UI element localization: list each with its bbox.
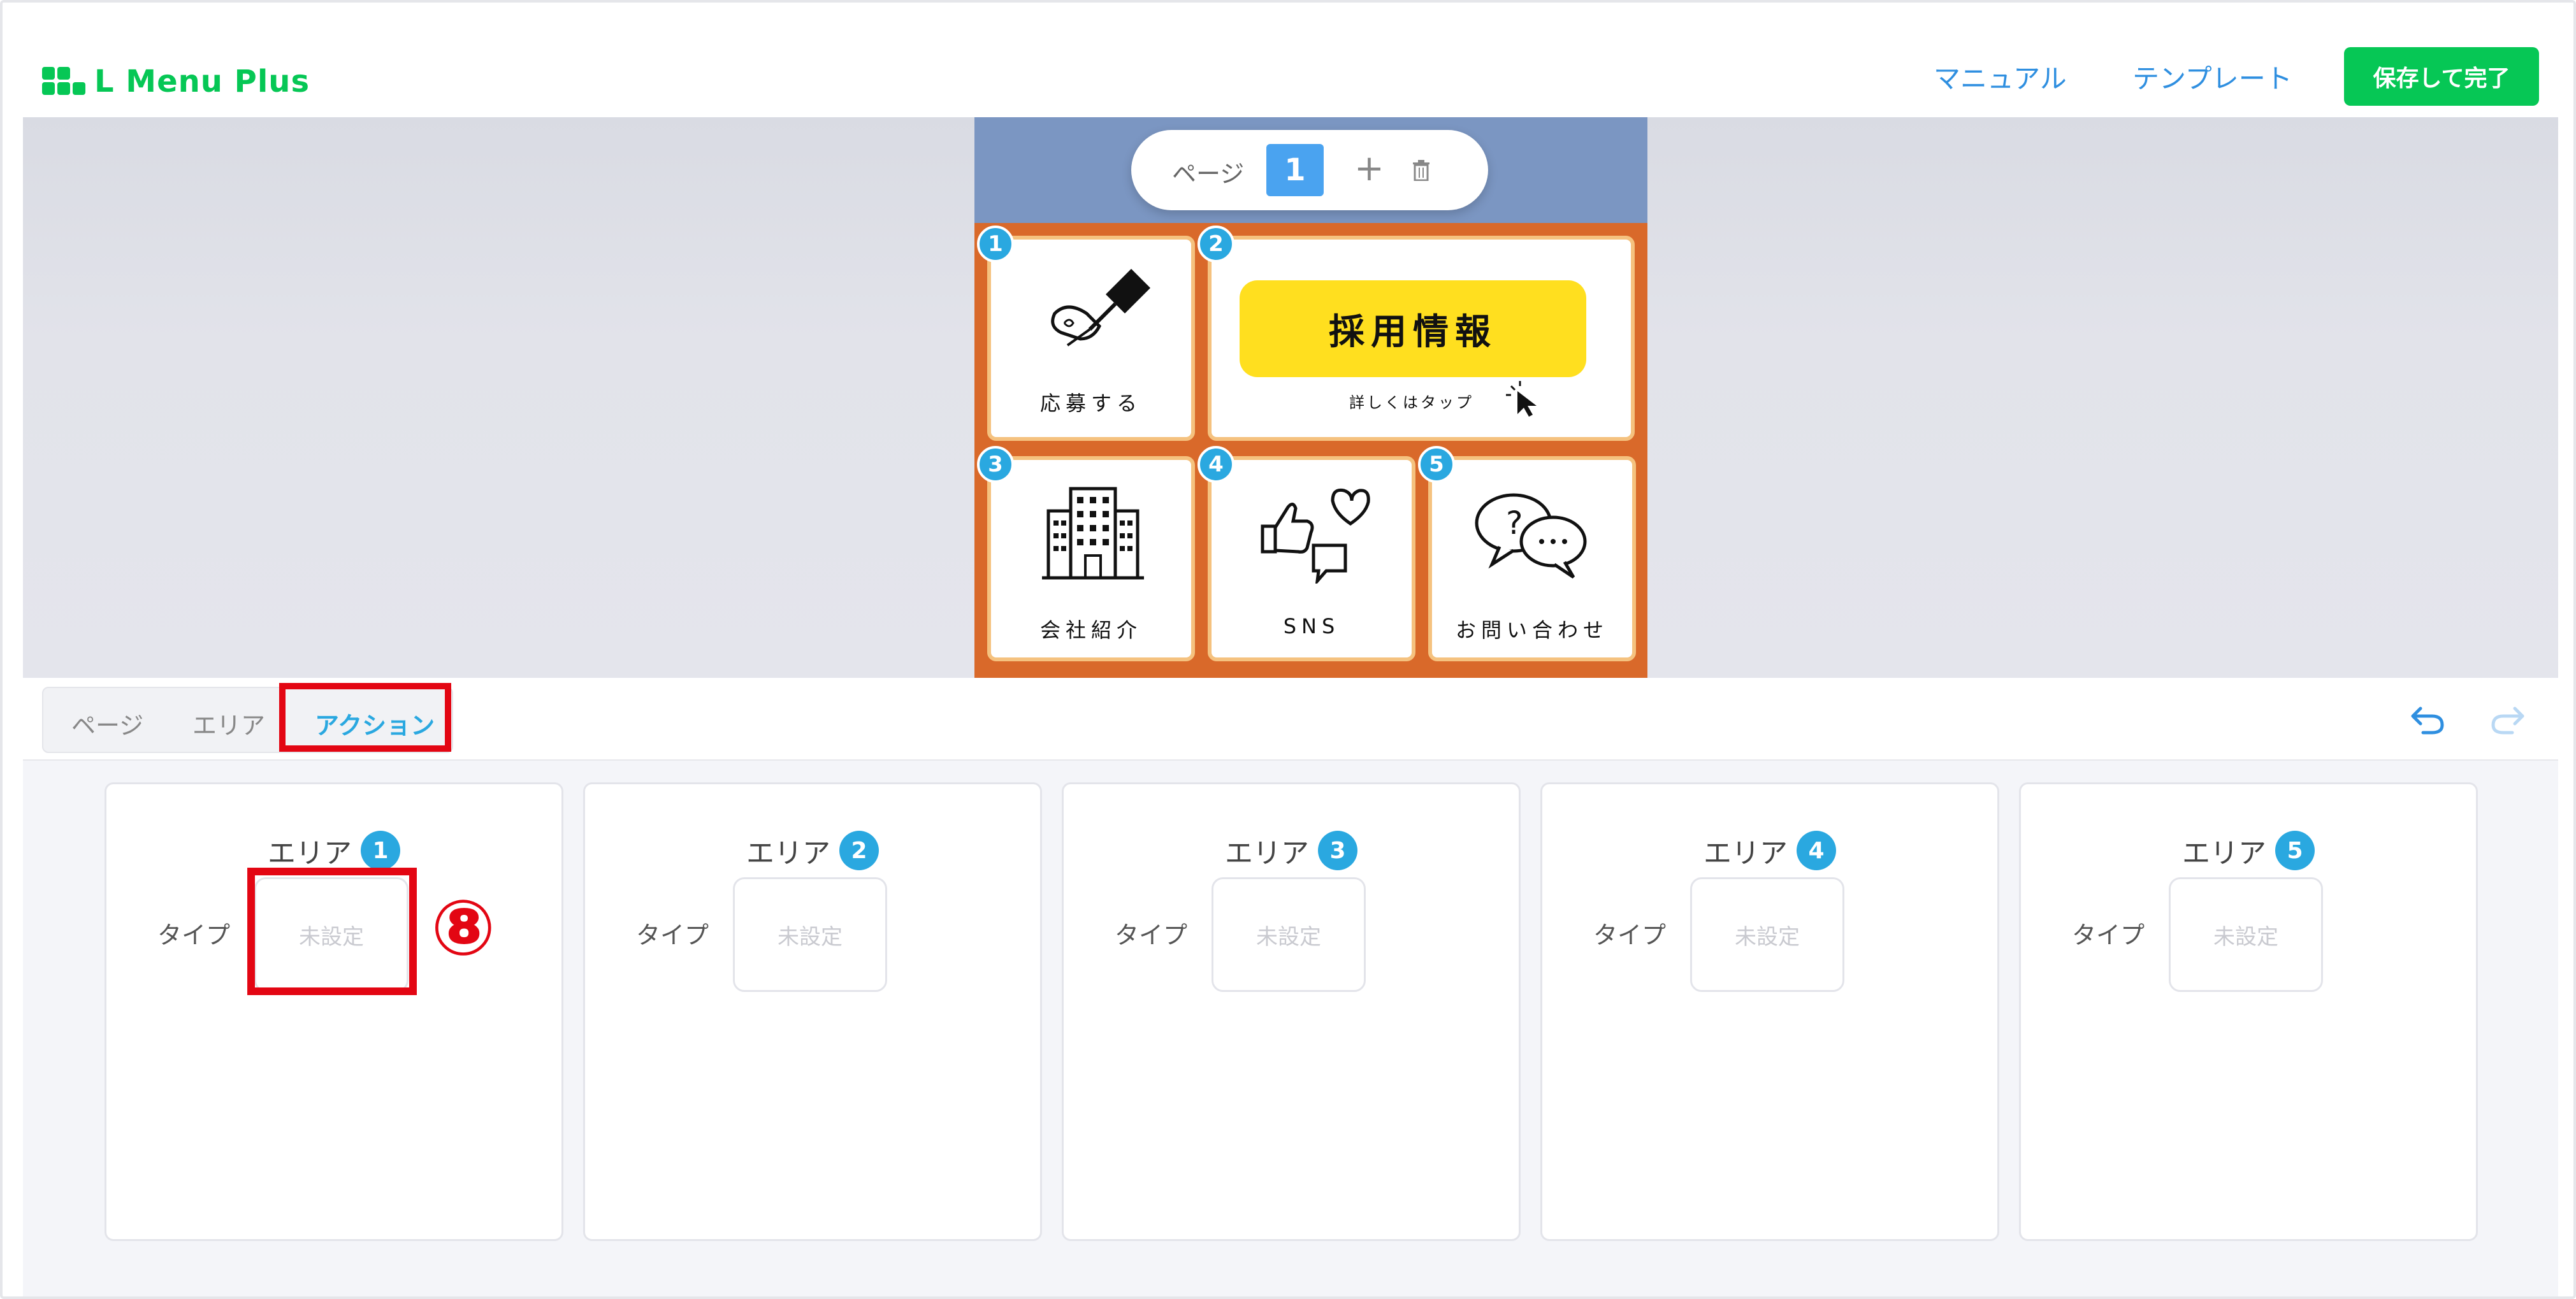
area-title-text: エリア xyxy=(746,837,830,870)
area-title-text: エリア xyxy=(1225,837,1309,870)
area-number-badge: 2 xyxy=(839,831,879,870)
rich-menu-preview: ページ 1 + 応募する 採用情報 詳しくはタップ 会社紹介 SNS ? お問い… xyxy=(974,117,1647,678)
area-number-badge: 4 xyxy=(1797,831,1836,870)
tile-number-badge: 3 xyxy=(977,446,1014,483)
cursor-click-icon xyxy=(1506,381,1537,417)
tab-area[interactable]: エリア xyxy=(192,706,265,741)
area-title-text: エリア xyxy=(2182,837,2266,870)
menu-tile-5[interactable]: ? お問い合わせ xyxy=(1428,456,1636,661)
type-label: タイプ xyxy=(1593,921,1667,949)
step-marker: ⑧ xyxy=(431,884,496,973)
area-number-badge: 1 xyxy=(361,831,400,870)
area-card-2: エリア 2 タイプ 未設定 xyxy=(583,782,1042,1241)
type-select-button[interactable]: 未設定 xyxy=(1690,877,1844,992)
menu-tile-1[interactable]: 応募する xyxy=(987,236,1195,441)
undo-icon[interactable] xyxy=(2410,703,2445,735)
area-title: エリア 4 xyxy=(1542,830,1997,871)
app-window: L Menu Plus マニュアル テンプレート 保存して完了 ページ 1 + xyxy=(0,0,2576,1299)
office-building-icon xyxy=(1042,487,1144,580)
trash-icon[interactable] xyxy=(1412,159,1431,181)
type-label: タイプ xyxy=(636,921,709,949)
area-card-5: エリア 5 タイプ 未設定 xyxy=(2019,782,2478,1241)
menu-tile-grid: 応募する 採用情報 詳しくはタップ 会社紹介 SNS ? お問い合わせ 1 2 … xyxy=(974,223,1647,678)
header: L Menu Plus マニュアル テンプレート 保存して完了 xyxy=(3,3,2573,117)
tile-number-badge: 2 xyxy=(1198,226,1234,262)
type-label: タイプ xyxy=(1115,921,1188,949)
page-control: ページ 1 + xyxy=(1131,130,1488,210)
action-panel: エリア 1 タイプ 未設定 エリア 2 タイプ 未設定 エリア 3 タイプ 未設… xyxy=(23,761,2558,1296)
pen-signing-icon xyxy=(1051,269,1150,347)
tap-for-details-text: 詳しくはタップ xyxy=(1349,394,1474,412)
type-select-button[interactable]: 未設定 xyxy=(2169,877,2323,992)
tab-page[interactable]: ページ xyxy=(71,706,143,741)
area-title: エリア 1 xyxy=(106,830,561,871)
area-number-badge: 5 xyxy=(2275,831,2315,870)
template-link[interactable]: テンプレート xyxy=(2132,57,2292,96)
speech-bubbles-question-icon: ? xyxy=(1475,493,1587,579)
type-select-highlight xyxy=(247,868,417,995)
type-label: タイプ xyxy=(157,921,231,949)
page-number-button[interactable]: 1 xyxy=(1266,144,1324,196)
area-card-4: エリア 4 タイプ 未設定 xyxy=(1540,782,1999,1241)
menu-tile-4[interactable]: SNS xyxy=(1208,456,1415,661)
logo: L Menu Plus xyxy=(42,64,310,99)
thumbs-up-heart-chat-icon xyxy=(1261,488,1370,584)
tile-1-label: 応募する xyxy=(1039,391,1142,415)
area-title-text: エリア xyxy=(268,837,352,870)
area-card-1: エリア 1 タイプ 未設定 xyxy=(105,782,563,1241)
area-title: エリア 2 xyxy=(585,830,1040,871)
save-and-finish-button[interactable]: 保存して完了 xyxy=(2344,47,2539,106)
tile-4-label: SNS xyxy=(1283,614,1340,638)
area-card-3: エリア 3 タイプ 未設定 xyxy=(1062,782,1521,1241)
tile-number-badge: 5 xyxy=(1418,446,1455,483)
area-title-text: エリア xyxy=(1704,837,1788,870)
logo-text: L Menu Plus xyxy=(94,64,310,99)
tile-5-label: お問い合わせ xyxy=(1455,618,1609,642)
add-page-icon[interactable]: + xyxy=(1354,147,1384,191)
manual-link[interactable]: マニュアル xyxy=(1934,57,2067,96)
svg-text:?: ? xyxy=(1506,505,1523,542)
menu-tile-3[interactable]: 会社紹介 xyxy=(987,456,1195,661)
tile-number-badge: 4 xyxy=(1198,446,1234,483)
menu-tile-2[interactable]: 採用情報 詳しくはタップ xyxy=(1208,236,1635,441)
type-select-button[interactable]: 未設定 xyxy=(1212,877,1366,992)
preview-top-bar: ページ 1 + xyxy=(974,117,1647,223)
page-label: ページ xyxy=(1172,160,1245,188)
action-tab-highlight xyxy=(279,683,451,752)
redo-icon[interactable] xyxy=(2491,703,2525,735)
area-title: エリア 3 xyxy=(1064,830,1519,871)
tile-3-label: 会社紹介 xyxy=(1039,618,1142,642)
editor-canvas: ページ 1 + 応募する 採用情報 詳しくはタップ 会社紹介 SNS ? お問い… xyxy=(23,117,2558,678)
type-label: タイプ xyxy=(2072,921,2145,949)
logo-grid-icon xyxy=(42,67,88,96)
recruit-info-banner: 採用情報 xyxy=(1240,280,1586,377)
type-select-button[interactable]: 未設定 xyxy=(733,877,887,992)
tile-number-badge: 1 xyxy=(977,226,1014,262)
area-title: エリア 5 xyxy=(2021,830,2476,871)
area-number-badge: 3 xyxy=(1318,831,1357,870)
